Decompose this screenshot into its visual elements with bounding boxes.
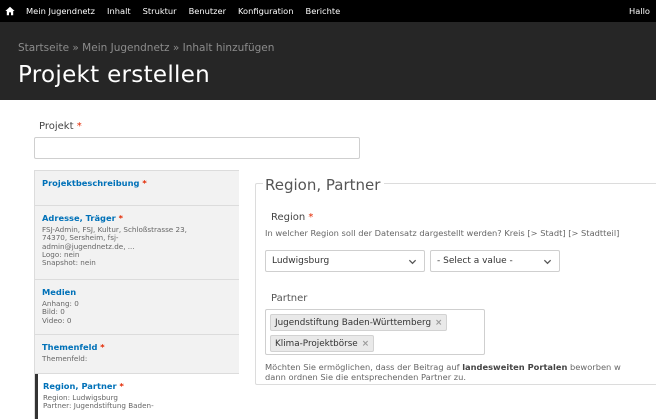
vtab-summary: Themenfeld: (42, 354, 88, 363)
vtab-medien[interactable]: Medien Anhang: 0 Bild: 0 Video: 0 (35, 280, 239, 335)
toolbar-item-konfiguration[interactable]: Konfiguration (232, 6, 300, 16)
partner-chip: Klima-Projektbörse × (270, 335, 375, 352)
region-select-stadt[interactable]: - Select a value - (430, 250, 560, 272)
admin-toolbar: Mein Jugendnetz Inhalt Struktur Benutzer… (0, 0, 656, 22)
vtab-title: Region, Partner * (43, 381, 124, 391)
required-marker: * (76, 121, 82, 132)
region-select-kreis[interactable]: Ludwigsburg (265, 250, 425, 272)
vtab-title: Projektbeschreibung * (42, 178, 147, 188)
vtab-summary: FSJ-Admin, FSJ, Kultur, Schloßstrasse 23… (42, 225, 187, 268)
toolbar-item-struktur[interactable]: Struktur (137, 6, 183, 16)
toolbar-item-inhalt[interactable]: Inhalt (101, 6, 137, 16)
page-header: Startseite » Mein Jugendnetz » Inhalt hi… (0, 22, 656, 100)
page-title: Projekt erstellen (18, 62, 211, 88)
fieldset-legend: Region, Partner (263, 176, 385, 194)
projekt-input[interactable] (34, 137, 360, 159)
user-greeting[interactable]: Hallo (629, 0, 650, 22)
toolbar-item-benutzer[interactable]: Benutzer (183, 6, 232, 16)
toolbar-item-mein-jugendnetz[interactable]: Mein Jugendnetz (20, 6, 101, 16)
breadcrumb[interactable]: Startseite » Mein Jugendnetz » Inhalt hi… (18, 42, 274, 54)
vtab-themenfeld[interactable]: Themenfeld * Themenfeld: (35, 335, 239, 374)
vtab-region-partner[interactable]: Region, Partner * Region: Ludwigsburg Pa… (35, 374, 239, 419)
close-icon[interactable]: × (362, 339, 369, 349)
region-label: Region * (271, 212, 314, 223)
toolbar-item-berichte[interactable]: Berichte (300, 6, 347, 16)
chevron-down-icon (408, 259, 417, 265)
projekt-label: Projekt * (39, 121, 82, 132)
chevron-down-icon (543, 259, 552, 265)
vtab-summary: Region: Ludwigsburg Partner: Jugendstift… (43, 393, 154, 411)
region-select-kreis-value: Ludwigsburg (272, 256, 330, 266)
vtab-projektbeschreibung[interactable]: Projektbeschreibung * (35, 171, 239, 206)
close-icon[interactable]: × (435, 318, 442, 328)
partner-chip: Jugendstiftung Baden-Württemberg × (270, 314, 448, 331)
vtab-title: Adresse, Träger * (42, 213, 123, 223)
vtab-adresse-traeger[interactable]: Adresse, Träger * FSJ-Admin, FSJ, Kultur… (35, 206, 239, 280)
vtab-title: Medien (42, 287, 77, 297)
partner-input[interactable]: Jugendstiftung Baden-Württemberg × Klima-… (265, 309, 485, 355)
vtab-title: Themenfeld * (42, 342, 105, 352)
home-icon[interactable] (0, 0, 20, 22)
region-select-stadt-value: - Select a value - (437, 256, 513, 266)
region-description: In welcher Region soll der Datensatz dar… (265, 228, 620, 238)
vertical-tabs: Projektbeschreibung * Adresse, Träger * … (34, 170, 239, 419)
projekt-label-text: Projekt (39, 121, 74, 132)
vtab-summary: Anhang: 0 Bild: 0 Video: 0 (42, 299, 79, 325)
partner-help-text: Möchten Sie ermöglichen, dass der Beitra… (265, 362, 621, 382)
partner-label: Partner (271, 293, 308, 304)
